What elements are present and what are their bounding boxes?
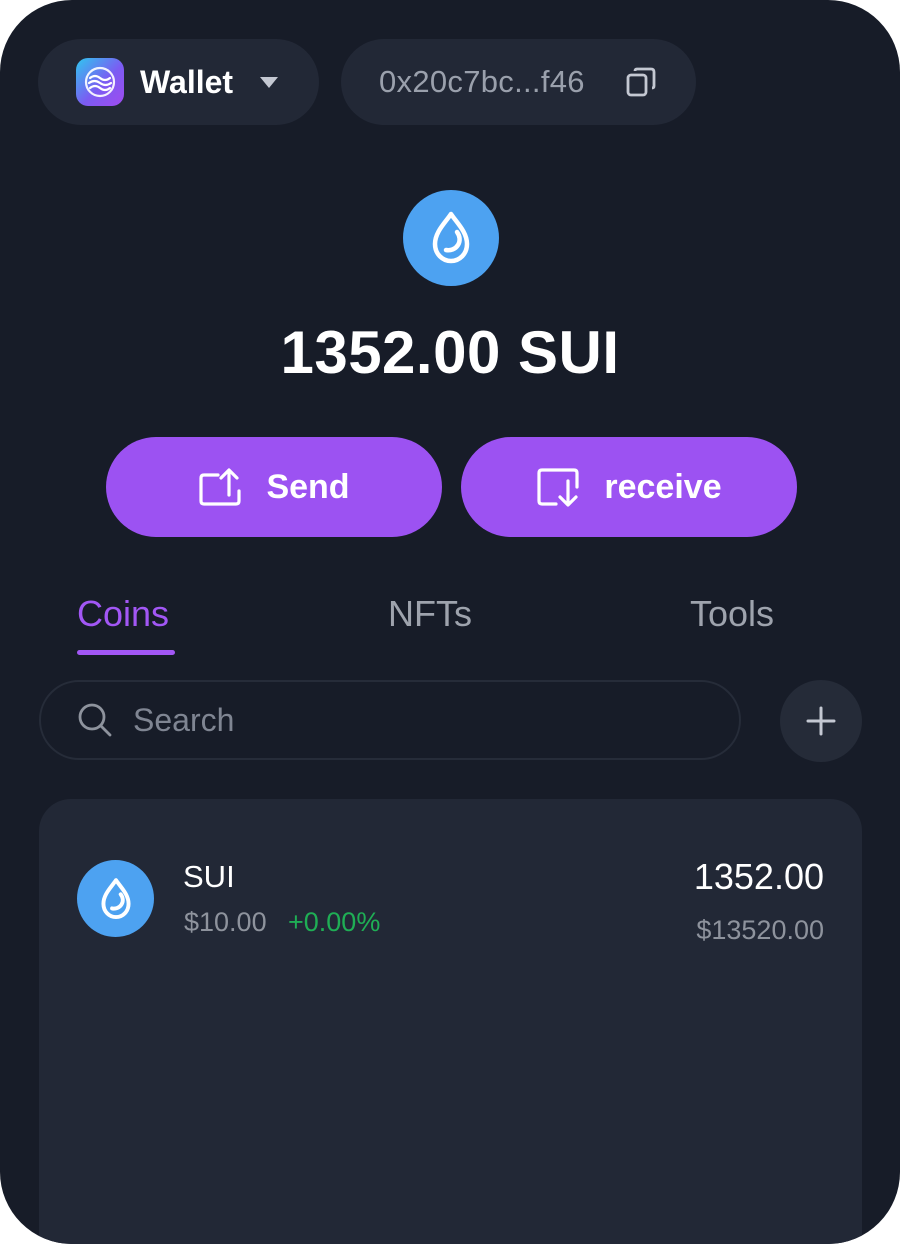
search-icon <box>78 703 112 737</box>
coin-list: SUI $10.00 +0.00% 1352.00 $13520.00 <box>39 799 862 1244</box>
send-icon <box>199 468 242 506</box>
sui-token-icon <box>403 190 499 286</box>
wallet-logo-icon <box>76 58 124 106</box>
wallet-popup: Wallet 0x20c7bc...f46 1352.00 SUI Send r… <box>0 0 900 1244</box>
coin-symbol: SUI <box>183 859 235 894</box>
address-pill[interactable]: 0x20c7bc...f46 <box>341 39 696 125</box>
sui-token-icon <box>77 860 154 937</box>
send-button[interactable]: Send <box>106 437 442 537</box>
search-input[interactable] <box>131 700 691 740</box>
add-token-button[interactable] <box>780 680 862 762</box>
wallet-address: 0x20c7bc...f46 <box>379 64 585 99</box>
coin-price: $10.00 <box>184 907 267 937</box>
wallet-name: Wallet <box>140 63 234 100</box>
receive-icon <box>537 468 579 507</box>
wallet-switcher[interactable]: Wallet <box>38 39 319 125</box>
coin-value: $13520.00 <box>696 915 824 945</box>
chevron-down-icon <box>260 77 278 88</box>
tab-coins[interactable]: Coins <box>77 593 169 635</box>
receive-label: receive <box>604 467 722 506</box>
tab-tools[interactable]: Tools <box>690 593 774 635</box>
copy-icon[interactable] <box>625 66 657 98</box>
coin-amount: 1352.00 <box>693 856 824 897</box>
tab-nfts[interactable]: NFTs <box>388 593 472 635</box>
active-tab-indicator <box>77 650 175 655</box>
send-label: Send <box>266 467 350 506</box>
plus-icon <box>806 706 836 736</box>
search-box[interactable] <box>39 680 741 760</box>
list-item[interactable]: SUI $10.00 +0.00% 1352.00 $13520.00 <box>39 799 862 979</box>
total-balance: 1352.00 SUI <box>280 319 620 386</box>
receive-button[interactable]: receive <box>461 437 797 537</box>
coin-change: +0.00% <box>288 907 381 937</box>
